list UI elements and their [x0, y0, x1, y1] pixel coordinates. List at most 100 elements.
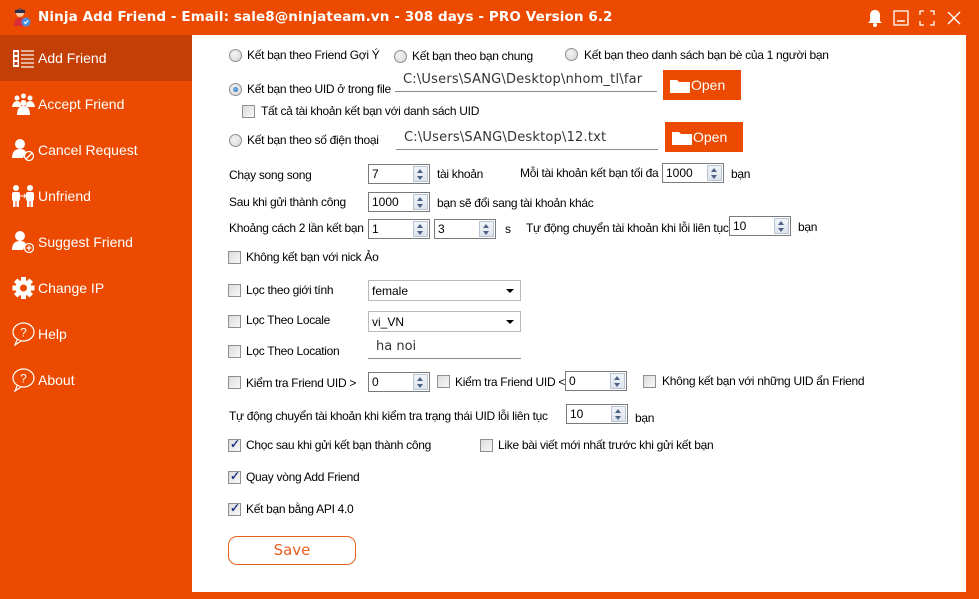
sidebar-item-accept-friend[interactable]: Accept Friend [0, 81, 192, 127]
radio-uid-file-label: Kết bạn theo UID ở trong file [247, 82, 391, 96]
sidebar-item-about[interactable]: ? About [0, 357, 192, 403]
sidebar-item-label: Add Friend [38, 50, 107, 66]
open-uid-file-button[interactable]: Open [663, 70, 741, 100]
spin-arrows[interactable] [413, 374, 428, 390]
spin-arrows[interactable] [774, 218, 789, 234]
sidebar-item-label: Cancel Request [38, 142, 138, 158]
after-success-unit: bạn sẽ đổi sang tài khoản khác [437, 196, 594, 210]
spin-arrows[interactable] [413, 166, 428, 182]
location-input[interactable]: ha noi [368, 339, 521, 359]
sidebar-item-add-friend[interactable]: Add Friend [0, 35, 192, 81]
uid-file-path-field[interactable]: C:\Users\SANG\Desktop\nhom_tl\far [395, 72, 657, 92]
users-group-icon [12, 93, 35, 115]
checkbox-loop-add-label: Quay vòng Add Friend [246, 470, 360, 484]
bell-icon[interactable] [864, 7, 886, 29]
locale-select[interactable]: vi_VN [368, 311, 521, 332]
checkbox-filter-location[interactable] [228, 345, 241, 358]
folder-icon [670, 80, 690, 93]
radio-phone-label: Kết bạn theo số điện thoại [247, 133, 379, 147]
sidebar-item-label: Change IP [38, 280, 105, 296]
auto-switch-error-unit: bạn [798, 220, 818, 234]
checkbox-filter-locale[interactable] [228, 315, 241, 328]
sidebar-item-label: Accept Friend [38, 96, 125, 112]
auto-switch-uid-stepper[interactable]: 10 [566, 404, 628, 424]
spin-arrows[interactable] [479, 221, 494, 237]
radio-mutual-friend[interactable] [394, 50, 407, 63]
parallel-stepper[interactable]: 7 [368, 164, 430, 184]
user-block-icon [12, 139, 35, 162]
checkbox-uid-gt-label: Kiểm tra Friend UID > [246, 376, 357, 390]
auto-switch-error-stepper[interactable]: 10 [729, 216, 791, 236]
open-button-label: Open [693, 129, 728, 145]
sidebar-item-label: Unfriend [38, 188, 91, 204]
interval-label: Khoảng cách 2 lần kết bạn [229, 221, 364, 235]
checkbox-hidden-uid-label: Không kết bạn với những UID ẩn Friend [662, 374, 865, 388]
checkbox-uid-lt[interactable] [437, 375, 450, 388]
checkbox-filter-gender[interactable] [228, 284, 241, 297]
auto-switch-uid-label: Tự động chuyển tài khoản khi kiểm tra tr… [229, 409, 548, 423]
list-icon [13, 50, 34, 68]
sidebar-item-unfriend[interactable]: Unfriend [0, 173, 192, 219]
checkbox-uid-lt-label: Kiểm tra Friend UID < [455, 375, 566, 389]
after-success-stepper[interactable]: 1000 [368, 192, 430, 212]
spin-arrows[interactable] [707, 165, 722, 181]
close-icon[interactable] [943, 7, 965, 29]
sidebar-item-label: Suggest Friend [38, 234, 133, 250]
window-border-bottom [192, 592, 979, 599]
sidebar-item-help[interactable]: ? Help [0, 311, 192, 357]
auto-switch-uid-unit: bạn [635, 411, 655, 425]
radio-friend-list[interactable] [565, 48, 578, 61]
sidebar: Add Friend Accept Friend Cancel Request … [0, 35, 192, 599]
svg-text:?: ? [20, 326, 27, 340]
radio-uid-file[interactable] [229, 83, 242, 96]
spin-arrows[interactable] [610, 373, 625, 389]
checkbox-poke-after[interactable] [228, 437, 241, 452]
interval-unit: s [505, 222, 511, 236]
uid-lt-stepper[interactable]: 0 [565, 371, 627, 391]
minimize-icon[interactable] [890, 7, 912, 29]
spin-arrows[interactable] [611, 406, 626, 422]
sidebar-item-label: About [38, 372, 75, 388]
open-phone-file-button[interactable]: Open [665, 122, 743, 152]
max-per-account-unit: bạn [731, 167, 751, 181]
maximize-icon[interactable] [916, 7, 938, 29]
window-title: Ninja Add Friend - Email: sale8@ninjatea… [38, 9, 613, 25]
interval-min-stepper[interactable]: 1 [368, 219, 430, 239]
checkbox-loop-add[interactable] [228, 469, 241, 484]
max-per-account-label: Mỗi tài khoản kết bạn tối đa [520, 166, 659, 180]
checkbox-api4-label: Kết bạn bằng API 4.0 [246, 502, 354, 516]
folder-icon [672, 132, 692, 145]
spin-arrows[interactable] [413, 194, 428, 210]
save-button[interactable]: Save [228, 536, 356, 565]
checkbox-poke-after-label: Chọc sau khi gửi kết bạn thành công [246, 438, 431, 452]
checkbox-all-accounts-uid-label: Tất cả tài khoản kết bạn với danh sách U… [261, 104, 480, 118]
sidebar-item-change-ip[interactable]: Change IP [0, 265, 192, 311]
sidebar-item-label: Help [38, 326, 67, 342]
checkbox-like-post-label: Like bài viết mới nhất trước khi gửi kết… [498, 438, 714, 452]
spin-arrows[interactable] [413, 221, 428, 237]
uid-gt-stepper[interactable]: 0 [368, 372, 430, 392]
phone-file-path-field[interactable]: C:\Users\SANG\Desktop\12.txt [396, 130, 658, 150]
checkbox-no-fake-nick[interactable] [228, 251, 241, 264]
max-per-account-stepper[interactable]: 1000 [662, 163, 724, 183]
interval-max-stepper[interactable]: 3 [434, 219, 496, 239]
checkbox-like-post[interactable] [480, 439, 493, 452]
checkbox-api4[interactable] [228, 501, 241, 516]
sidebar-item-suggest-friend[interactable]: Suggest Friend [0, 219, 192, 265]
radio-friend-suggest-label: Kết bạn theo Friend Gợi Ý [247, 48, 380, 62]
radio-friend-suggest[interactable] [229, 49, 242, 62]
radio-phone[interactable] [229, 134, 242, 147]
checkbox-uid-gt[interactable] [228, 376, 241, 389]
checkbox-all-accounts-uid[interactable] [242, 105, 255, 118]
gender-select[interactable]: female [368, 280, 521, 301]
radio-friend-list-label: Kết bạn theo danh sách bạn bè của 1 ngườ… [584, 48, 829, 62]
sidebar-item-cancel-request[interactable]: Cancel Request [0, 127, 192, 173]
chevron-down-icon [506, 289, 514, 293]
svg-text:?: ? [20, 372, 27, 386]
checkbox-filter-locale-label: Lọc Theo Locale [246, 313, 331, 327]
radio-mutual-friend-label: Kết bạn theo bạn chung [412, 49, 533, 63]
help-bubble-icon: ? [12, 322, 35, 346]
checkbox-no-fake-nick-label: Không kết bạn với nick Ảo [246, 250, 379, 264]
checkbox-hidden-uid[interactable] [643, 375, 656, 388]
app-logo-icon [14, 8, 31, 27]
